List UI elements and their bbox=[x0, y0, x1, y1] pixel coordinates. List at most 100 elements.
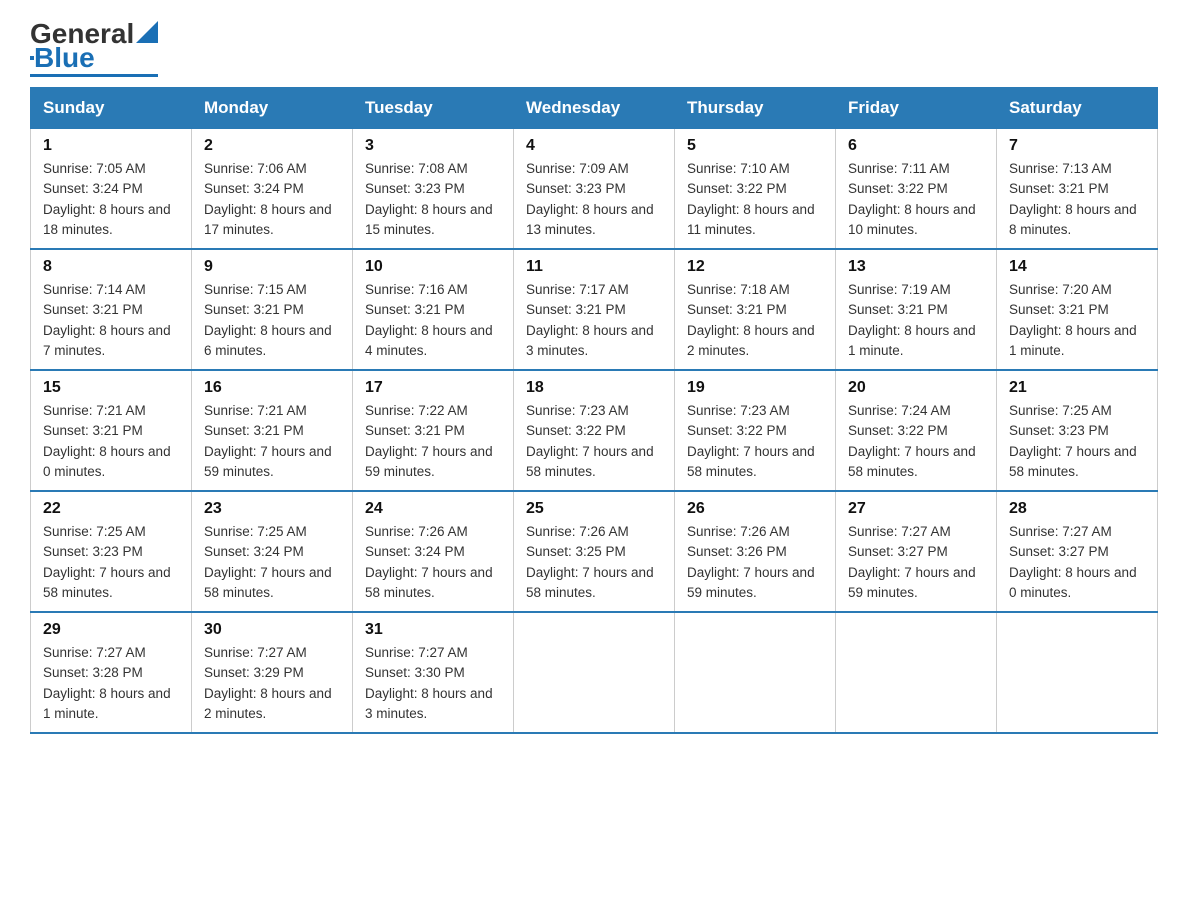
day-number: 14 bbox=[1009, 258, 1145, 276]
week-row-5: 29 Sunrise: 7:27 AMSunset: 3:28 PMDayligh… bbox=[31, 612, 1158, 733]
day-number: 15 bbox=[43, 379, 179, 397]
day-number: 12 bbox=[687, 258, 823, 276]
header-wednesday: Wednesday bbox=[514, 88, 675, 129]
day-cell-11: 11 Sunrise: 7:17 AMSunset: 3:21 PMDayligh… bbox=[514, 249, 675, 370]
day-number: 1 bbox=[43, 137, 179, 155]
day-number: 31 bbox=[365, 621, 501, 639]
day-cell-18: 18 Sunrise: 7:23 AMSunset: 3:22 PMDayligh… bbox=[514, 370, 675, 491]
day-info: Sunrise: 7:05 AMSunset: 3:24 PMDaylight:… bbox=[43, 159, 179, 240]
week-row-3: 15 Sunrise: 7:21 AMSunset: 3:21 PMDayligh… bbox=[31, 370, 1158, 491]
header-thursday: Thursday bbox=[675, 88, 836, 129]
empty-cell bbox=[675, 612, 836, 733]
day-info: Sunrise: 7:26 AMSunset: 3:24 PMDaylight:… bbox=[365, 522, 501, 603]
day-info: Sunrise: 7:24 AMSunset: 3:22 PMDaylight:… bbox=[848, 401, 984, 482]
day-info: Sunrise: 7:17 AMSunset: 3:21 PMDaylight:… bbox=[526, 280, 662, 361]
weekday-header-row: SundayMondayTuesdayWednesdayThursdayFrid… bbox=[31, 88, 1158, 129]
day-cell-22: 22 Sunrise: 7:25 AMSunset: 3:23 PMDayligh… bbox=[31, 491, 192, 612]
day-cell-17: 17 Sunrise: 7:22 AMSunset: 3:21 PMDayligh… bbox=[353, 370, 514, 491]
day-number: 21 bbox=[1009, 379, 1145, 397]
day-number: 7 bbox=[1009, 137, 1145, 155]
day-cell-29: 29 Sunrise: 7:27 AMSunset: 3:28 PMDayligh… bbox=[31, 612, 192, 733]
logo-triangle-icon bbox=[136, 21, 158, 43]
day-info: Sunrise: 7:27 AMSunset: 3:27 PMDaylight:… bbox=[1009, 522, 1145, 603]
day-info: Sunrise: 7:27 AMSunset: 3:30 PMDaylight:… bbox=[365, 643, 501, 724]
calendar-table: SundayMondayTuesdayWednesdayThursdayFrid… bbox=[30, 87, 1158, 734]
day-number: 23 bbox=[204, 500, 340, 518]
day-info: Sunrise: 7:23 AMSunset: 3:22 PMDaylight:… bbox=[526, 401, 662, 482]
day-info: Sunrise: 7:25 AMSunset: 3:23 PMDaylight:… bbox=[43, 522, 179, 603]
day-info: Sunrise: 7:25 AMSunset: 3:24 PMDaylight:… bbox=[204, 522, 340, 603]
day-cell-10: 10 Sunrise: 7:16 AMSunset: 3:21 PMDayligh… bbox=[353, 249, 514, 370]
day-info: Sunrise: 7:27 AMSunset: 3:27 PMDaylight:… bbox=[848, 522, 984, 603]
logo: General Blue bbox=[30, 20, 158, 77]
day-number: 11 bbox=[526, 258, 662, 276]
day-number: 8 bbox=[43, 258, 179, 276]
day-cell-5: 5Sunrise: 7:10 AMSunset: 3:22 PMDaylight… bbox=[675, 129, 836, 250]
day-number: 25 bbox=[526, 500, 662, 518]
day-cell-6: 6Sunrise: 7:11 AMSunset: 3:22 PMDaylight… bbox=[836, 129, 997, 250]
empty-cell bbox=[514, 612, 675, 733]
day-cell-23: 23 Sunrise: 7:25 AMSunset: 3:24 PMDayligh… bbox=[192, 491, 353, 612]
day-info: Sunrise: 7:08 AMSunset: 3:23 PMDaylight:… bbox=[365, 159, 501, 240]
day-info: Sunrise: 7:22 AMSunset: 3:21 PMDaylight:… bbox=[365, 401, 501, 482]
day-cell-2: 2 Sunrise: 7:06 AMSunset: 3:24 PMDaylight… bbox=[192, 129, 353, 250]
day-cell-31: 31 Sunrise: 7:27 AMSunset: 3:30 PMDayligh… bbox=[353, 612, 514, 733]
day-info: Sunrise: 7:16 AMSunset: 3:21 PMDaylight:… bbox=[365, 280, 501, 361]
day-cell-16: 16Sunrise: 7:21 AMSunset: 3:21 PMDayligh… bbox=[192, 370, 353, 491]
day-cell-7: 7 Sunrise: 7:13 AMSunset: 3:21 PMDaylight… bbox=[997, 129, 1158, 250]
day-number: 29 bbox=[43, 621, 179, 639]
day-number: 6 bbox=[848, 137, 984, 155]
day-number: 3 bbox=[365, 137, 501, 155]
day-number: 17 bbox=[365, 379, 501, 397]
day-cell-19: 19 Sunrise: 7:23 AMSunset: 3:22 PMDayligh… bbox=[675, 370, 836, 491]
day-number: 2 bbox=[204, 137, 340, 155]
day-cell-21: 21Sunrise: 7:25 AMSunset: 3:23 PMDayligh… bbox=[997, 370, 1158, 491]
week-row-2: 8 Sunrise: 7:14 AMSunset: 3:21 PMDaylight… bbox=[31, 249, 1158, 370]
day-number: 18 bbox=[526, 379, 662, 397]
day-cell-8: 8 Sunrise: 7:14 AMSunset: 3:21 PMDaylight… bbox=[31, 249, 192, 370]
logo-underline bbox=[30, 74, 158, 77]
empty-cell bbox=[997, 612, 1158, 733]
day-cell-20: 20 Sunrise: 7:24 AMSunset: 3:22 PMDayligh… bbox=[836, 370, 997, 491]
day-number: 28 bbox=[1009, 500, 1145, 518]
day-info: Sunrise: 7:10 AMSunset: 3:22 PMDaylight:… bbox=[687, 159, 823, 240]
day-info: Sunrise: 7:15 AMSunset: 3:21 PMDaylight:… bbox=[204, 280, 340, 361]
day-info: Sunrise: 7:26 AMSunset: 3:25 PMDaylight:… bbox=[526, 522, 662, 603]
day-cell-4: 4Sunrise: 7:09 AMSunset: 3:23 PMDaylight… bbox=[514, 129, 675, 250]
day-cell-15: 15 Sunrise: 7:21 AMSunset: 3:21 PMDayligh… bbox=[31, 370, 192, 491]
day-number: 20 bbox=[848, 379, 984, 397]
day-number: 19 bbox=[687, 379, 823, 397]
header-monday: Monday bbox=[192, 88, 353, 129]
day-cell-1: 1 Sunrise: 7:05 AMSunset: 3:24 PMDaylight… bbox=[31, 129, 192, 250]
day-number: 22 bbox=[43, 500, 179, 518]
day-info: Sunrise: 7:21 AMSunset: 3:21 PMDaylight:… bbox=[204, 401, 340, 482]
day-info: Sunrise: 7:21 AMSunset: 3:21 PMDaylight:… bbox=[43, 401, 179, 482]
day-number: 10 bbox=[365, 258, 501, 276]
day-info: Sunrise: 7:19 AMSunset: 3:21 PMDaylight:… bbox=[848, 280, 984, 361]
day-cell-9: 9Sunrise: 7:15 AMSunset: 3:21 PMDaylight… bbox=[192, 249, 353, 370]
day-info: Sunrise: 7:06 AMSunset: 3:24 PMDaylight:… bbox=[204, 159, 340, 240]
day-cell-3: 3 Sunrise: 7:08 AMSunset: 3:23 PMDaylight… bbox=[353, 129, 514, 250]
day-number: 30 bbox=[204, 621, 340, 639]
day-cell-25: 25 Sunrise: 7:26 AMSunset: 3:25 PMDayligh… bbox=[514, 491, 675, 612]
header-saturday: Saturday bbox=[997, 88, 1158, 129]
day-cell-26: 26 Sunrise: 7:26 AMSunset: 3:26 PMDayligh… bbox=[675, 491, 836, 612]
day-number: 27 bbox=[848, 500, 984, 518]
week-row-1: 1 Sunrise: 7:05 AMSunset: 3:24 PMDaylight… bbox=[31, 129, 1158, 250]
day-cell-30: 30 Sunrise: 7:27 AMSunset: 3:29 PMDayligh… bbox=[192, 612, 353, 733]
day-cell-28: 28 Sunrise: 7:27 AMSunset: 3:27 PMDayligh… bbox=[997, 491, 1158, 612]
day-number: 24 bbox=[365, 500, 501, 518]
day-cell-13: 13 Sunrise: 7:19 AMSunset: 3:21 PMDayligh… bbox=[836, 249, 997, 370]
header-sunday: Sunday bbox=[31, 88, 192, 129]
day-number: 13 bbox=[848, 258, 984, 276]
day-info: Sunrise: 7:26 AMSunset: 3:26 PMDaylight:… bbox=[687, 522, 823, 603]
day-info: Sunrise: 7:23 AMSunset: 3:22 PMDaylight:… bbox=[687, 401, 823, 482]
day-info: Sunrise: 7:14 AMSunset: 3:21 PMDaylight:… bbox=[43, 280, 179, 361]
header-tuesday: Tuesday bbox=[353, 88, 514, 129]
day-info: Sunrise: 7:18 AMSunset: 3:21 PMDaylight:… bbox=[687, 280, 823, 361]
day-cell-24: 24 Sunrise: 7:26 AMSunset: 3:24 PMDayligh… bbox=[353, 491, 514, 612]
day-info: Sunrise: 7:13 AMSunset: 3:21 PMDaylight:… bbox=[1009, 159, 1145, 240]
day-info: Sunrise: 7:27 AMSunset: 3:28 PMDaylight:… bbox=[43, 643, 179, 724]
day-info: Sunrise: 7:27 AMSunset: 3:29 PMDaylight:… bbox=[204, 643, 340, 724]
day-number: 26 bbox=[687, 500, 823, 518]
